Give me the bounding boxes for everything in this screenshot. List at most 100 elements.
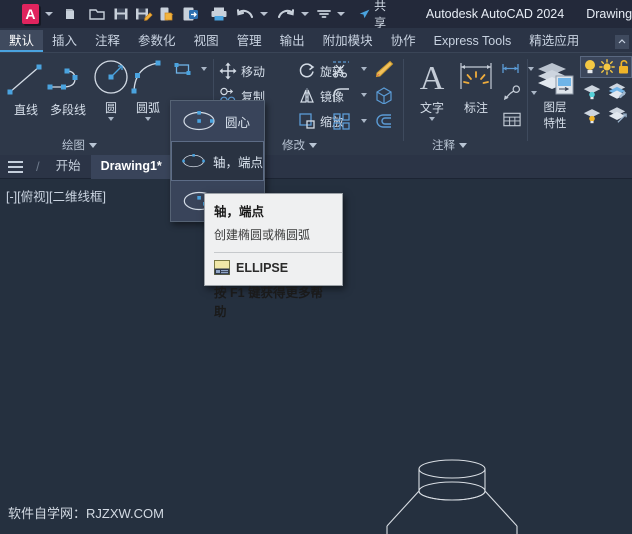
- rotate-icon: [297, 61, 317, 81]
- leader-button[interactable]: [502, 83, 522, 103]
- tab-view[interactable]: 视图: [185, 30, 228, 52]
- unlock-icon[interactable]: [617, 59, 631, 75]
- annotation-panel-label[interactable]: 注释: [432, 137, 467, 153]
- fillet-button[interactable]: [331, 85, 351, 105]
- text-label: 文字: [419, 101, 444, 115]
- trim-dropdown-caret-icon[interactable]: [354, 59, 374, 79]
- tab-drawing1[interactable]: Drawing1*: [90, 154, 172, 179]
- tab-start[interactable]: 开始: [46, 155, 91, 178]
- redo-dropdown-caret-icon[interactable]: [300, 12, 309, 16]
- sun-icon[interactable]: [599, 59, 615, 75]
- ribbon-minimize-icon[interactable]: [615, 35, 629, 49]
- array-dropdown-caret-icon[interactable]: [354, 111, 374, 131]
- layer-color-button[interactable]: [607, 81, 627, 101]
- circle-dropdown-caret-icon[interactable]: [108, 117, 114, 121]
- dimension-label: 标注: [463, 101, 488, 115]
- draw-panel: 直线 多段线 圆 圆弧 绘图: [0, 53, 167, 155]
- save-icon[interactable]: [111, 3, 129, 25]
- line-icon: [2, 57, 50, 101]
- dimension-button[interactable]: 标注: [452, 55, 500, 116]
- modify-panel-label[interactable]: 修改: [282, 137, 317, 153]
- tab-featured-apps[interactable]: 精选应用: [520, 30, 588, 52]
- rectangle-dropdown-caret-icon[interactable]: [194, 59, 214, 79]
- annotation-panel-label-text: 注释: [432, 140, 455, 152]
- polyline-label: 多段线: [49, 103, 86, 117]
- tooltip-command: ELLIPSE: [236, 260, 289, 275]
- mirror-icon: [297, 86, 317, 106]
- layers-label-line1: 图层: [543, 102, 567, 114]
- tab-collaborate[interactable]: 协作: [382, 30, 425, 52]
- qat-caret-icon[interactable]: [337, 12, 346, 16]
- draw-panel-label[interactable]: 绘图: [62, 137, 97, 153]
- menu-item-ellipse-axis-end[interactable]: 轴，端点: [171, 141, 264, 181]
- text-icon: A: [408, 55, 456, 99]
- dimension-style-button[interactable]: [500, 59, 520, 79]
- undo-icon[interactable]: [236, 3, 254, 25]
- arc-label: 圆弧: [135, 101, 160, 115]
- polyline-icon: [44, 57, 92, 101]
- tab-default[interactable]: 默认: [0, 30, 44, 52]
- layer-state-toolbar: [580, 56, 632, 78]
- tab-output[interactable]: 输出: [271, 30, 314, 52]
- share-arrow-icon: [359, 9, 370, 19]
- annotation-panel-caret-icon[interactable]: [459, 142, 467, 148]
- text-dropdown-caret-icon[interactable]: [429, 117, 435, 121]
- customize-qat-icon[interactable]: [315, 3, 333, 25]
- share-button[interactable]: 共享: [359, 0, 392, 31]
- modify-panel-label-text: 修改: [282, 140, 305, 152]
- menu-item-ellipse-center[interactable]: 圆心: [171, 101, 264, 141]
- rectangle-button[interactable]: [172, 59, 192, 79]
- autocad-app-logo-icon[interactable]: A: [22, 4, 39, 24]
- erase-button[interactable]: [374, 59, 394, 79]
- ribbon-tab-bar: 默认 插入 注释 参数化 视图 管理 输出 附加模块 协作 Express To…: [0, 28, 632, 53]
- array-button[interactable]: [331, 111, 351, 131]
- undo-dropdown-caret-icon[interactable]: [260, 12, 269, 16]
- tab-annotate[interactable]: 注释: [86, 30, 129, 52]
- lightbulb-icon[interactable]: [583, 59, 597, 75]
- trim-button[interactable]: [331, 59, 351, 79]
- layers-label-line2: 特性: [543, 118, 567, 130]
- app-menu-caret-icon[interactable]: [44, 12, 53, 16]
- tab-manage[interactable]: 管理: [228, 30, 271, 52]
- redo-icon[interactable]: [276, 3, 294, 25]
- dimension-icon: [452, 55, 500, 99]
- line-button[interactable]: 直线: [2, 57, 50, 118]
- offset-button[interactable]: [374, 111, 394, 131]
- move-button[interactable]: 移动: [218, 61, 265, 81]
- svg-text:A: A: [420, 60, 445, 97]
- open-folder-icon[interactable]: [88, 3, 106, 25]
- modify-panel-caret-icon[interactable]: [309, 142, 317, 148]
- scale-icon: [297, 111, 317, 131]
- title-bar: A 共享 Autodesk AutoCAD 2024 Drawing: [0, 0, 632, 31]
- print-icon[interactable]: [210, 3, 228, 25]
- table-button[interactable]: [502, 109, 522, 129]
- open-from-web-icon[interactable]: [158, 3, 176, 25]
- document-title: Drawing: [586, 7, 632, 21]
- arc-dropdown-caret-icon[interactable]: [145, 117, 151, 121]
- draw-panel-caret-icon[interactable]: [89, 142, 97, 148]
- save-as-icon[interactable]: [135, 3, 153, 25]
- new-file-icon[interactable]: [65, 3, 83, 25]
- tooltip-command-row: ELLIPSE: [214, 260, 333, 275]
- tab-addins[interactable]: 附加模块: [314, 30, 382, 52]
- move-label: 移动: [241, 64, 266, 79]
- save-to-web-icon[interactable]: [181, 3, 199, 25]
- tab-express-tools[interactable]: Express Tools: [425, 30, 521, 52]
- layer-properties-button[interactable]: 图层 特性: [530, 55, 580, 131]
- fillet-dropdown-caret-icon[interactable]: [354, 85, 374, 105]
- layer-match-button[interactable]: [607, 105, 627, 125]
- tooltip-description: 创建椭圆或椭圆弧: [214, 228, 311, 242]
- tab-insert[interactable]: 插入: [43, 30, 86, 52]
- ellipse-center-icon: [183, 111, 215, 131]
- text-button[interactable]: A 文字: [408, 55, 456, 121]
- command-tooltip: 轴，端点 创建椭圆或椭圆弧 ELLIPSE 按 F1 键获得更多帮助: [204, 193, 343, 319]
- layer-freeze-button[interactable]: [582, 81, 602, 101]
- layer-off-button[interactable]: [582, 105, 602, 125]
- ellipse-command-icon: [214, 260, 230, 275]
- polyline-button[interactable]: 多段线: [44, 57, 92, 118]
- arc-button[interactable]: 圆弧: [124, 55, 172, 121]
- hamburger-icon[interactable]: [0, 160, 30, 173]
- extrude-button[interactable]: [374, 85, 394, 105]
- tab-parametric[interactable]: 参数化: [129, 30, 185, 52]
- draw-panel-label-text: 绘图: [62, 140, 85, 152]
